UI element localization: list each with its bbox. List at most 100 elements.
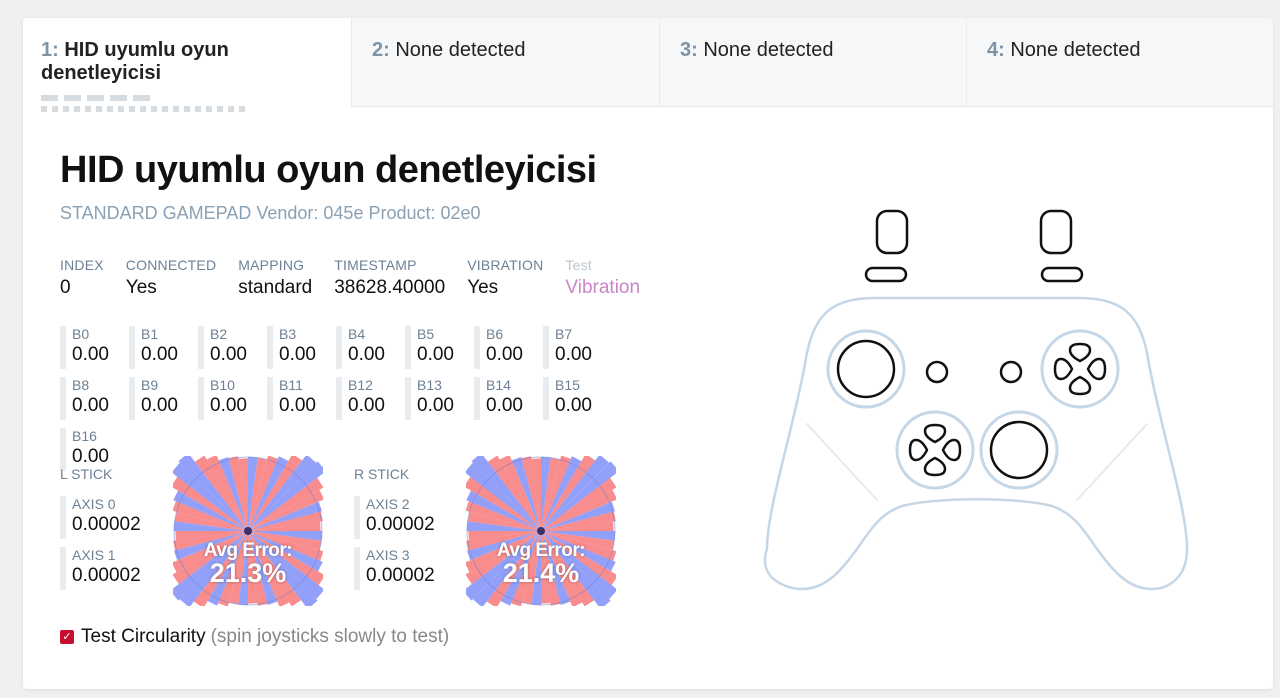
axis-1: AXIS 1 0.00002 (60, 547, 150, 590)
tab-gamepad-4[interactable]: 4: None detected (966, 18, 1273, 107)
tab-gamepad-3[interactable]: 3: None detected (659, 18, 966, 107)
left-stick-label: L STICK (60, 466, 113, 482)
button-value-b11: B11 0.00 (267, 377, 336, 420)
axis-3: AXIS 3 0.00002 (354, 547, 444, 590)
info-timestamp: TIMESTAMP 38628.40000 (334, 257, 445, 299)
button-value-b10: B10 0.00 (198, 377, 267, 420)
axis-value: 0.00002 (72, 565, 141, 586)
button-label: B3 (279, 326, 297, 342)
axis-0: AXIS 0 0.00002 (60, 496, 150, 539)
left-trigger (875, 209, 909, 255)
tab-label: None detected (1010, 39, 1141, 61)
button-value-b7: B7 0.00 (543, 326, 612, 369)
button-value: 0.00 (279, 395, 316, 416)
gamepad-id: STANDARD GAMEPAD Vendor: 045e Product: 0… (60, 203, 481, 223)
axis-label: AXIS 2 (366, 496, 410, 512)
button-value: 0.00 (555, 344, 592, 365)
button-value-b6: B6 0.00 (474, 326, 543, 369)
tab-number: 2: (372, 39, 390, 61)
button-label: B13 (417, 377, 442, 393)
tab-activity-indicator (41, 95, 351, 112)
tab-number: 3: (680, 39, 698, 61)
axis-label: AXIS 3 (366, 547, 410, 563)
tab-number: 1: (41, 39, 59, 61)
button-value: 0.00 (555, 395, 592, 416)
info-vibration: VIBRATION Yes (467, 257, 543, 299)
avg-error-value: 21.4% (502, 558, 580, 588)
button-value: 0.00 (210, 344, 247, 365)
test-circularity[interactable]: ✓ Test Circularity (spin joysticks slowl… (60, 626, 449, 648)
button-value-b5: B5 0.00 (405, 326, 474, 369)
button-label: B15 (555, 377, 580, 393)
test-vibration[interactable]: Test Vibration (565, 257, 640, 299)
gamepad-tabs: 1: HID uyumlu oyun denetleyicisi 2: None… (23, 18, 1273, 112)
axis-label: AXIS 1 (72, 547, 116, 563)
button-value-b3: B3 0.00 (267, 326, 336, 369)
dpad-ring (895, 410, 975, 490)
info-connected: CONNECTED Yes (126, 257, 216, 299)
button-value-b9: B9 0.00 (129, 377, 198, 420)
info-label: TIMESTAMP (334, 257, 417, 273)
button-value: 0.00 (348, 395, 385, 416)
test-label: Test (565, 257, 592, 273)
button-label: B7 (555, 326, 573, 342)
tab-gamepad-2[interactable]: 2: None detected (351, 18, 659, 107)
button-value-b0: B0 0.00 (60, 326, 129, 369)
button-value: 0.00 (486, 344, 523, 365)
right-trigger (1039, 209, 1073, 255)
button-value: 0.00 (417, 344, 454, 365)
button-value: 0.00 (141, 395, 178, 416)
button-value: 0.00 (486, 395, 523, 416)
axis-2: AXIS 2 0.00002 (354, 496, 444, 539)
gamepad-card: 1: HID uyumlu oyun denetleyicisi 2: None… (23, 18, 1273, 689)
button-value-b14: B14 0.00 (474, 377, 543, 420)
info-label: INDEX (60, 257, 104, 273)
test-circularity-hint: (spin joysticks slowly to test) (210, 626, 450, 647)
info-value: 0 (60, 277, 71, 298)
button-value: 0.00 (72, 446, 109, 467)
info-mapping: MAPPING standard (238, 257, 312, 299)
button-label: B16 (72, 428, 97, 444)
right-bumper (1040, 266, 1084, 283)
tab-gamepad-1[interactable]: 1: HID uyumlu oyun denetleyicisi (23, 18, 351, 112)
button-value: 0.00 (72, 344, 109, 365)
left-stick-circularity-plot: Avg Error: 21.3% (173, 456, 323, 606)
right-stick-ring (979, 410, 1059, 490)
info-label: MAPPING (238, 257, 305, 273)
info-label: CONNECTED (125, 257, 217, 273)
right-stick-label: R STICK (354, 466, 410, 482)
tab-number: 4: (987, 39, 1005, 61)
info-index: INDEX 0 (60, 257, 104, 299)
controller-body (763, 296, 1189, 591)
menu-button (999, 360, 1023, 384)
info-value: Yes (467, 277, 499, 298)
button-label: B12 (348, 377, 373, 393)
button-label: B8 (72, 377, 90, 393)
button-value: 0.00 (279, 344, 316, 365)
button-label: B0 (72, 326, 90, 342)
tab-label: None detected (395, 39, 526, 61)
face-buttons-ring (1040, 329, 1120, 409)
axis-value: 0.00002 (366, 565, 435, 586)
info-value: Yes (125, 277, 157, 298)
button-label: B4 (348, 326, 366, 342)
gamepad-info: INDEX 0 CONNECTED Yes MAPPING standard T… (60, 257, 662, 299)
button-label: B2 (210, 326, 228, 342)
button-value: 0.00 (417, 395, 454, 416)
button-value-b4: B4 0.00 (336, 326, 405, 369)
axis-value: 0.00002 (72, 514, 141, 535)
left-bumper (864, 266, 908, 283)
button-value-b16: B16 0.00 (60, 428, 129, 471)
test-vibration-link[interactable]: Vibration (565, 277, 640, 299)
button-label: B11 (279, 377, 303, 393)
right-stick (989, 420, 1049, 480)
test-circularity-checkbox[interactable]: ✓ (60, 630, 74, 644)
view-button (925, 360, 949, 384)
button-value: 0.00 (210, 395, 247, 416)
info-label: VIBRATION (467, 257, 544, 273)
test-circularity-label: Test Circularity (81, 626, 206, 647)
button-label: B9 (141, 377, 159, 393)
stick-position-dot (244, 527, 252, 535)
button-value-b2: B2 0.00 (198, 326, 267, 369)
button-value-b13: B13 0.00 (405, 377, 474, 420)
